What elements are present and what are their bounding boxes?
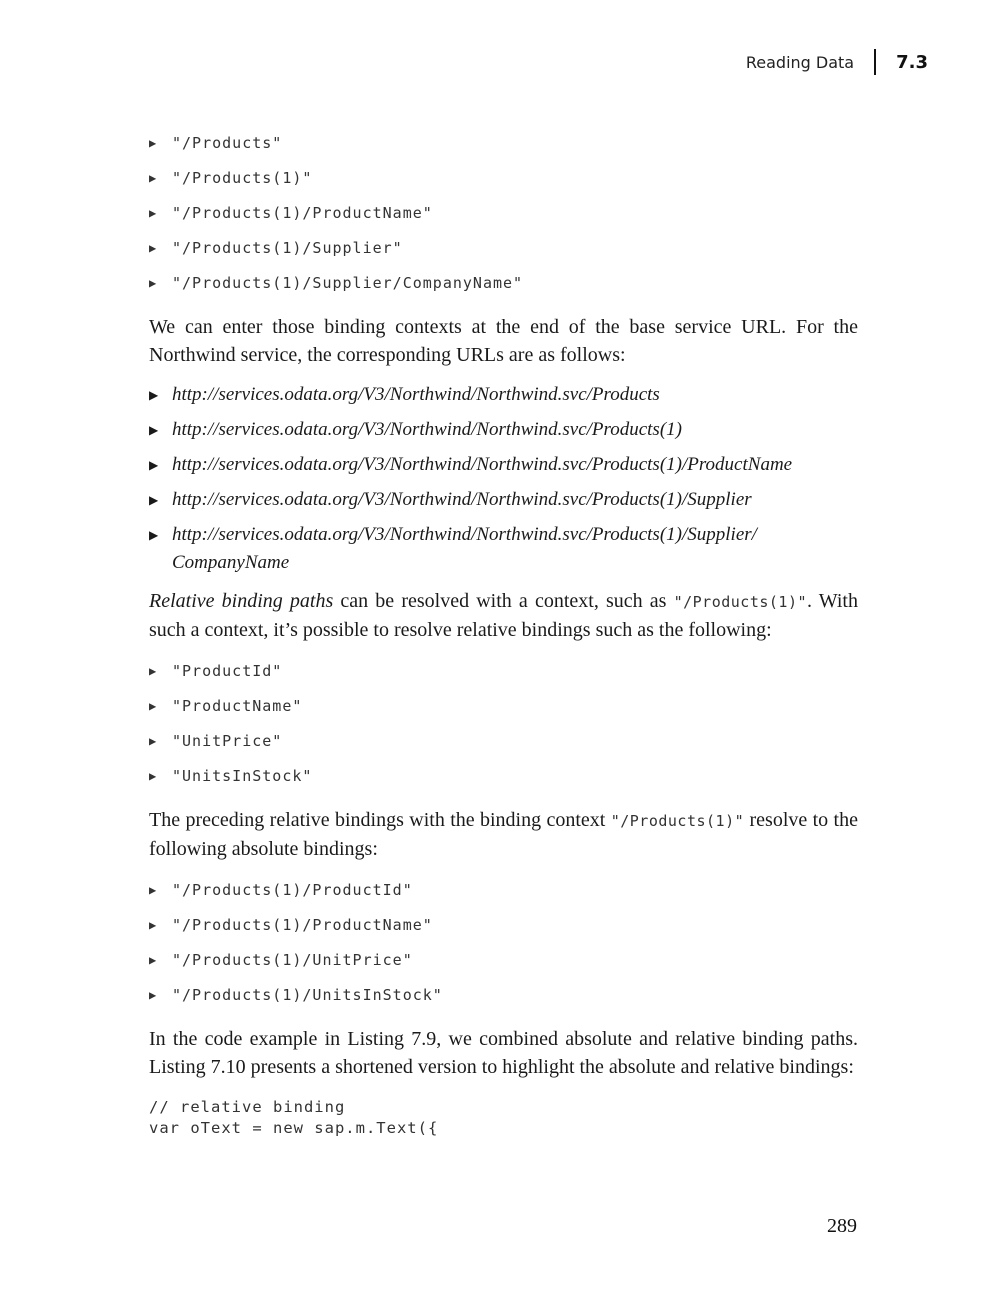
urls-list: ▶ http://services.odata.org/V3/Northwind/… [149,381,858,577]
urls-intro-paragraph: We can enter those binding contexts at t… [149,316,858,366]
bullet-icon: ▶ [149,988,158,1002]
bullet-icon: ▶ [149,664,158,678]
list-item: ▶ http://services.odata.org/V3/Northwind/… [149,524,757,573]
header-divider [874,49,877,75]
resolved-bindings-list: ▶ "/Products(1)/ProductId" ▶ "/Products(1)… [149,875,858,1015]
bullet-icon: ▶ [149,206,158,220]
bullet-icon: ▶ [149,883,158,897]
bullet-icon: ▶ [149,171,158,185]
list-item: ▶ "UnitPrice" [149,732,283,750]
bullet-icon: ▶ [149,423,159,437]
page-number: 289 [827,1215,857,1237]
absolute-paths-list: ▶ "/Products" ▶ "/Products(1)" ▶ "/Products… [149,128,858,303]
relative-paths-paragraph: Relative binding paths can be resolved w… [149,590,858,641]
list-item: ▶ http://services.odata.org/V3/Northwind/… [149,454,793,475]
list-item: ▶ "ProductName" [149,697,303,715]
list-item: ▶ "/Products(1)/ProductName" [149,204,433,222]
section-number: 7.3 [896,51,928,73]
bullet-icon: ▶ [149,953,158,967]
chapter-title: Reading Data [745,52,855,72]
preceding-bindings-paragraph: The preceding relative bindings with the… [149,809,858,860]
bullet-icon: ▶ [149,276,158,290]
list-item: ▶ "/Products(1)/Supplier/CompanyName" [149,274,524,292]
relative-bindings-list: ▶ "ProductId" ▶ "ProductName" ▶ "UnitPrice"… [149,656,858,796]
code-line: var oText = new sap.m.Text({ [149,1119,439,1137]
page-body: ▶ "/Products" ▶ "/Products(1)" ▶ "/Products… [149,128,858,1139]
bullet-icon: ▶ [149,734,158,748]
list-item: ▶ "/Products(1)/ProductName" [149,916,433,934]
inline-code: "/Products(1)" [673,593,808,611]
list-item: ▶ http://services.odata.org/V3/Northwind/… [149,489,752,510]
bullet-icon: ▶ [149,769,158,783]
inline-code: "/Products(1)" [610,812,745,830]
list-item: ▶ "/Products(1)/ProductId" [149,881,413,899]
bullet-icon: ▶ [149,136,158,150]
bullet-icon: ▶ [149,493,159,507]
list-item: ▶ "/Products(1)/Supplier" [149,239,403,257]
list-item: ▶ http://services.odata.org/V3/Northwind/… [149,419,682,440]
list-item: ▶ "/Products" [149,134,283,152]
bullet-icon: ▶ [149,458,159,472]
bullet-icon: ▶ [149,241,158,255]
list-item: ▶ http://services.odata.org/V3/Northwind/… [149,384,660,405]
list-item: ▶ "/Products(1)/UnitsInStock" [149,986,443,1004]
running-header: Reading Data 7.3 [746,48,928,76]
code-line: // relative binding [149,1098,346,1116]
bullet-icon: ▶ [149,528,159,542]
bullet-icon: ▶ [149,388,159,402]
list-item: ▶ "/Products(1)" [149,169,313,187]
list-item: ▶ "/Products(1)/UnitPrice" [149,951,413,969]
emphasis-term: Relative binding paths [149,590,334,612]
list-item: ▶ "ProductId" [149,662,283,680]
bullet-icon: ▶ [149,918,158,932]
bullet-icon: ▶ [149,699,158,713]
code-listing: // relative binding var oText = new sap.m… [149,1097,858,1139]
list-item: ▶ "UnitsInStock" [149,767,313,785]
listing-paragraph: In the code example in Listing 7.9, we c… [149,1028,858,1078]
